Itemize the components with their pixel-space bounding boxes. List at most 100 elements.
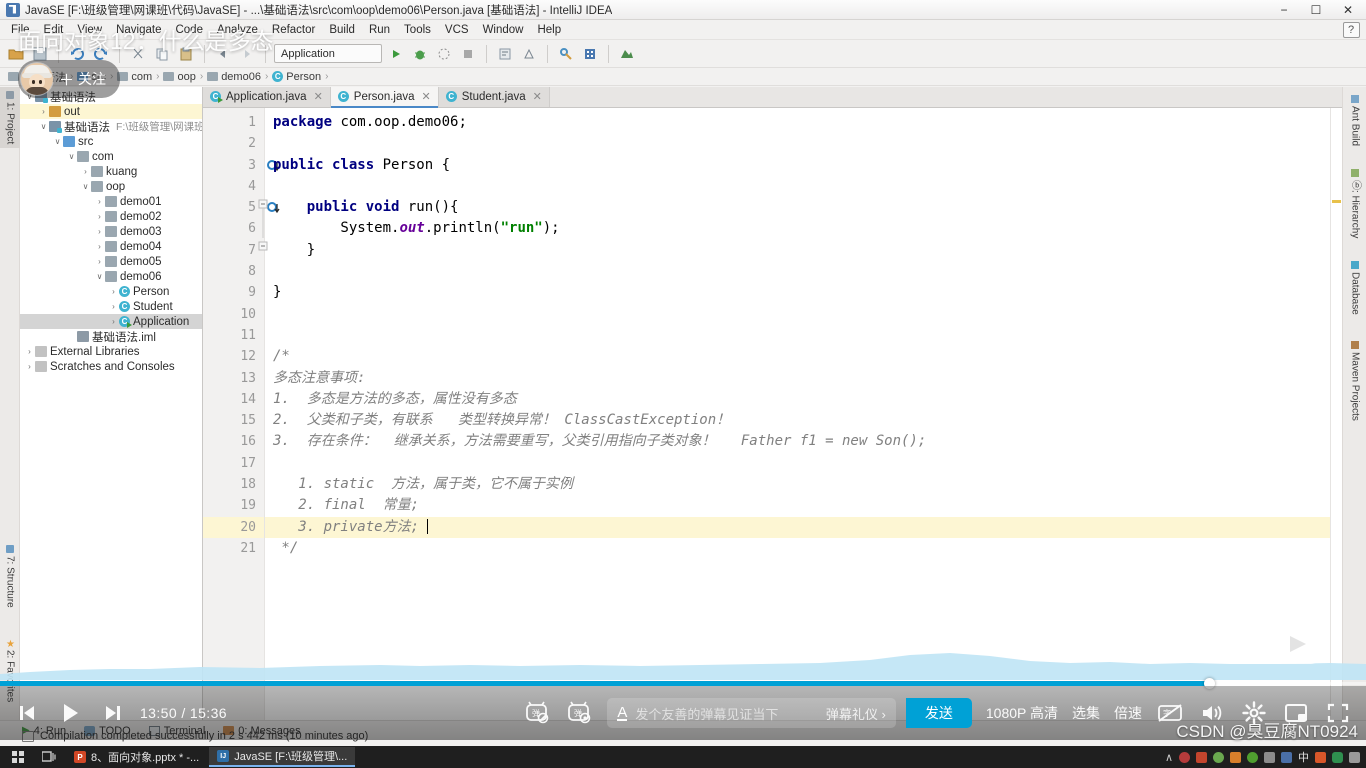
tree-row[interactable]: › demo03	[20, 224, 202, 239]
tree-expand-arrow[interactable]: ∨	[66, 152, 77, 161]
attach-debugger-icon[interactable]	[519, 44, 539, 64]
minimize-button[interactable]: −	[1268, 0, 1300, 20]
tree-expand-arrow[interactable]: ∨	[52, 137, 63, 146]
next-episode-button[interactable]	[98, 699, 126, 727]
danmaku-settings-icon[interactable]: 弹	[565, 699, 593, 727]
code-line[interactable]: 3. private方法;	[265, 516, 1330, 538]
line-number[interactable]: 13	[203, 368, 264, 389]
tree-row[interactable]: ∨ oop	[20, 179, 202, 194]
code-line[interactable]: }	[265, 240, 1330, 261]
line-number[interactable]: 15	[203, 410, 264, 431]
tree-expand-arrow[interactable]: ›	[108, 287, 119, 296]
avatar[interactable]	[21, 63, 53, 95]
build-project-icon[interactable]	[495, 44, 515, 64]
tree-row[interactable]: › C Student	[20, 299, 202, 314]
sidebar-item-project[interactable]: 1: Project	[0, 87, 20, 149]
line-number[interactable]: 6	[203, 218, 264, 239]
line-number[interactable]: 21	[203, 538, 264, 559]
code-line[interactable]	[265, 133, 1330, 154]
tree-row[interactable]: › kuang	[20, 164, 202, 179]
line-number[interactable]: 14	[203, 389, 264, 410]
run-with-coverage-icon[interactable]	[434, 44, 454, 64]
line-number[interactable]: 12	[203, 346, 264, 367]
tree-row[interactable]: › demo01	[20, 194, 202, 209]
line-number[interactable]: 17	[203, 453, 264, 474]
speed-button[interactable]: 倍速	[1114, 703, 1142, 723]
project-tool-window[interactable]: ∨基础语法›out∨基础语法F:\班级管理\网课班\代码\Ja∨src∨com›…	[20, 87, 203, 720]
line-number[interactable]: 19	[203, 495, 264, 516]
bilibili-play-logo[interactable]	[1264, 610, 1328, 668]
editor-tab[interactable]: C Student.java ✕	[438, 87, 550, 107]
font-style-icon[interactable]: A	[617, 705, 628, 721]
tree-expand-arrow[interactable]: ∨	[94, 272, 105, 281]
sidebar-item-database[interactable]: Database	[1343, 257, 1366, 319]
tray-expand-icon[interactable]: ∧	[1165, 751, 1173, 764]
sidebar-item-maven-projects[interactable]: Maven Projects	[1343, 337, 1366, 425]
line-number[interactable]: 7	[203, 240, 264, 261]
profile-icon[interactable]	[458, 44, 478, 64]
close-icon[interactable]: ✕	[422, 90, 431, 103]
tree-expand-arrow[interactable]: ›	[80, 167, 91, 176]
line-number[interactable]: 18	[203, 474, 264, 495]
code-line[interactable]: 多态注意事项:	[265, 368, 1330, 389]
line-number[interactable]: 5	[203, 197, 280, 218]
line-number[interactable]: 2	[203, 133, 264, 154]
tree-expand-arrow[interactable]: ›	[94, 257, 105, 266]
tree-expand-arrow[interactable]: ›	[108, 302, 119, 311]
tree-row[interactable]: 基础语法.iml	[20, 329, 202, 344]
settings-wrench-icon[interactable]	[556, 44, 576, 64]
uploader-follow-bar[interactable]: ＋ 关注	[18, 60, 121, 98]
tray-icon-record[interactable]	[1179, 751, 1190, 763]
line-number[interactable]: 3	[203, 155, 280, 176]
code-line[interactable]: System.out.println("run");	[265, 218, 1330, 239]
tree-row[interactable]: › demo02	[20, 209, 202, 224]
task-view-button[interactable]	[34, 747, 64, 767]
sdk-manager-icon[interactable]	[617, 44, 637, 64]
tray-icon-app1[interactable]	[1196, 751, 1207, 763]
debug-button[interactable]	[410, 44, 430, 64]
sidebar-item-structure[interactable]: 7: Structure	[0, 541, 20, 612]
tree-row[interactable]: › out	[20, 104, 202, 119]
tree-row[interactable]: › demo05	[20, 254, 202, 269]
taskbar-item-powerpoint[interactable]: P 8、面向对象.pptx * -...	[66, 747, 207, 767]
tree-expand-arrow[interactable]: ›	[94, 212, 105, 221]
tree-row[interactable]: ∨ 基础语法 F:\班级管理\网课班\代码\Ja	[20, 119, 202, 134]
sidebar-item-hierarchy[interactable]: ⓑ: Hierarchy	[1343, 165, 1366, 242]
warning-marker[interactable]	[1332, 200, 1341, 203]
tree-row[interactable]: ∨ com	[20, 149, 202, 164]
code-line[interactable]: 1. static 方法，属于类，它不属于实例	[265, 474, 1330, 495]
play-pause-button[interactable]	[56, 699, 84, 727]
help-badge-icon[interactable]: ?	[1342, 21, 1360, 38]
tree-expand-arrow[interactable]: ∨	[38, 122, 49, 131]
tree-expand-arrow[interactable]: ›	[24, 362, 35, 371]
tray-icon-app4[interactable]	[1247, 751, 1258, 763]
menu-item-help[interactable]: Help	[530, 22, 568, 38]
previous-episode-button[interactable]	[14, 699, 42, 727]
code-line[interactable]	[265, 325, 1330, 346]
breadcrumb-item-person[interactable]: C Person	[270, 71, 323, 83]
tree-expand-arrow[interactable]: ›	[94, 197, 105, 206]
code-line[interactable]: public void run(){	[265, 197, 1330, 218]
tree-row[interactable]: › C Application	[20, 314, 202, 329]
maximize-button[interactable]: ☐	[1300, 0, 1332, 20]
line-number[interactable]: 8	[203, 261, 264, 282]
line-number[interactable]: 9	[203, 282, 264, 303]
tray-language-indicator[interactable]: 中	[1298, 749, 1309, 765]
close-button[interactable]: ✕	[1332, 0, 1364, 20]
editor-tab[interactable]: C Person.java ✕	[330, 87, 439, 108]
episodes-button[interactable]: 选集	[1072, 703, 1100, 723]
line-number[interactable]: 1	[203, 112, 264, 133]
code-line[interactable]	[265, 261, 1330, 282]
menu-item-build[interactable]: Build	[322, 22, 362, 38]
tree-expand-arrow[interactable]: ›	[24, 347, 35, 356]
code-line[interactable]: }	[265, 282, 1330, 303]
tree-row[interactable]: › External Libraries	[20, 344, 202, 359]
code-line[interactable]	[265, 304, 1330, 325]
menu-item-tools[interactable]: Tools	[397, 22, 438, 38]
tree-row[interactable]: ∨ demo06	[20, 269, 202, 284]
start-button[interactable]	[4, 747, 32, 767]
tree-row[interactable]: › Scratches and Consoles	[20, 359, 202, 374]
menu-item-window[interactable]: Window	[476, 22, 531, 38]
line-number[interactable]: 11	[203, 325, 264, 346]
tray-icon-app6[interactable]	[1281, 751, 1292, 763]
